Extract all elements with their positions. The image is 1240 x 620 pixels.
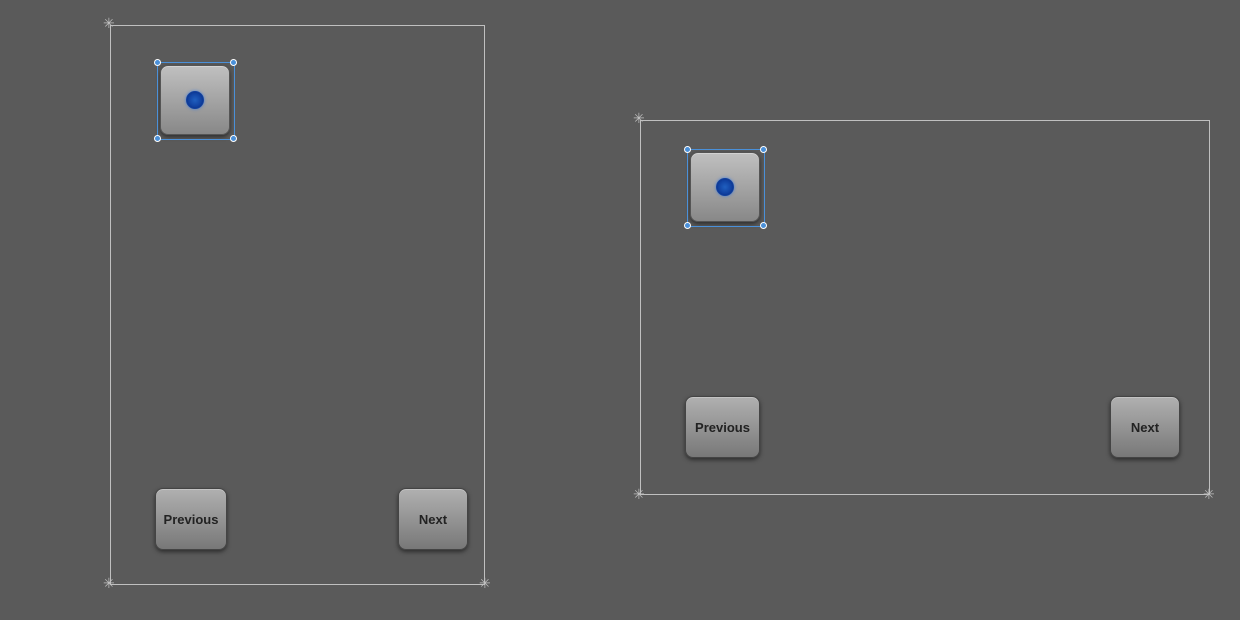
- resize-handle-portrait-br[interactable]: ✳: [479, 576, 491, 590]
- previous-label-landscape: Previous: [695, 420, 750, 435]
- menu-icon-portrait: [186, 91, 204, 109]
- next-label-landscape: Next: [1131, 420, 1159, 435]
- dot-landscape-br: [760, 222, 767, 229]
- dot-landscape-bl: [684, 222, 691, 229]
- dot-portrait-tr: [230, 59, 237, 66]
- dot-landscape-tr: [760, 146, 767, 153]
- menu-button-portrait[interactable]: [160, 65, 230, 135]
- resize-handle-portrait-bl[interactable]: ✳: [103, 576, 115, 590]
- dot-landscape-tl: [684, 146, 691, 153]
- dot-portrait-br: [230, 135, 237, 142]
- previous-label-portrait: Previous: [164, 512, 219, 527]
- dot-portrait-bl: [154, 135, 161, 142]
- menu-button-landscape[interactable]: [690, 152, 760, 222]
- resize-handle-landscape-tl[interactable]: ✳: [633, 111, 645, 125]
- menu-icon-landscape: [716, 178, 734, 196]
- canvas: ✳ ✳ ✳ Previous Next ✳ ✳ ✳ Previous: [0, 0, 1240, 620]
- next-label-portrait: Next: [419, 512, 447, 527]
- previous-button-portrait[interactable]: Previous: [155, 488, 227, 550]
- dot-portrait-tl: [154, 59, 161, 66]
- resize-handle-portrait-tl[interactable]: ✳: [103, 16, 115, 30]
- resize-handle-landscape-br[interactable]: ✳: [1203, 487, 1215, 501]
- resize-handle-landscape-bl[interactable]: ✳: [633, 487, 645, 501]
- previous-button-landscape[interactable]: Previous: [685, 396, 760, 458]
- next-button-landscape[interactable]: Next: [1110, 396, 1180, 458]
- next-button-portrait[interactable]: Next: [398, 488, 468, 550]
